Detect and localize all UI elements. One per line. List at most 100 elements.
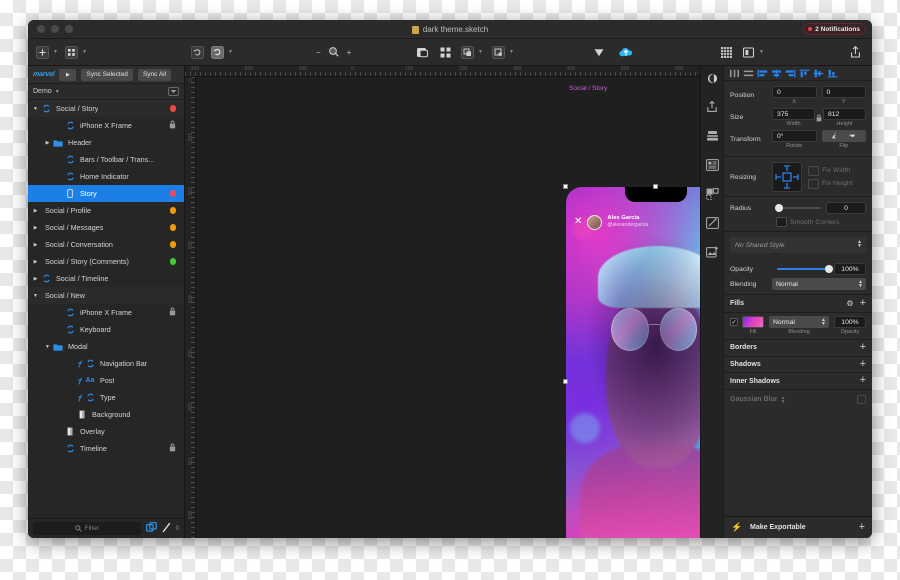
size-height-input[interactable]: 812: [823, 108, 866, 120]
distribute-horizontally-icon[interactable]: [729, 68, 740, 78]
layer-row[interactable]: ▶ Social / Messages: [28, 219, 184, 236]
fix-height-button[interactable]: Fix Height: [808, 178, 866, 189]
close-window-button[interactable]: [37, 25, 45, 33]
notifications-badge[interactable]: 2 Notifications: [803, 23, 866, 35]
zoom-controls[interactable]: − +: [316, 46, 351, 58]
align-top-icon[interactable]: [799, 68, 810, 78]
close-icon[interactable]: ✕: [574, 217, 582, 227]
add-fill-button[interactable]: +: [860, 297, 866, 308]
grid-squares-icon[interactable]: [439, 46, 452, 59]
layer-row[interactable]: ▼ Modal: [28, 338, 184, 355]
layer-row[interactable]: Home Indicator: [28, 168, 184, 185]
layer-row[interactable]: ▶ Header: [28, 134, 184, 151]
resizing-anchor-control[interactable]: [772, 162, 802, 192]
disclosure-triangle-icon[interactable]: ▶: [31, 242, 40, 248]
page-list-toggle-button[interactable]: [168, 87, 179, 96]
gaussian-blur-checkbox[interactable]: [857, 395, 866, 405]
sync-selected-button[interactable]: Sync Selected: [81, 68, 133, 81]
fix-width-button[interactable]: Fix Width: [808, 165, 866, 176]
layer-row[interactable]: Navigation Bar: [28, 355, 184, 372]
disclosure-triangle-icon[interactable]: ▶: [31, 208, 40, 214]
disclosure-triangle-icon[interactable]: ▼: [43, 344, 52, 350]
rotate-input[interactable]: 0°: [772, 130, 817, 142]
rotate-copy-icon[interactable]: [191, 45, 204, 59]
horizontal-ruler[interactable]: -300 -200 -100 0 100 200 300 400 500 600: [185, 66, 700, 77]
alignment-toolbar[interactable]: [724, 66, 872, 81]
text-panel-icon[interactable]: [705, 158, 719, 176]
sync-all-button[interactable]: Sync All: [137, 68, 172, 81]
fill-blending-select[interactable]: Normal ▲ ▼: [769, 316, 829, 328]
layer-row[interactable]: iPhone X Frame: [28, 117, 184, 134]
pencil-icon[interactable]: [162, 520, 171, 538]
shared-style-select[interactable]: No Shared Style ▲ ▼: [730, 237, 866, 253]
align-left-icon[interactable]: [757, 68, 768, 78]
layer-row[interactable]: ▶ Social / Story (Comments): [28, 253, 184, 270]
stepper-icon[interactable]: ▲ ▼: [821, 318, 826, 327]
artboard-story[interactable]: ✕ Alex Garcia @alexandergarcia: [566, 187, 700, 538]
cloud-upload-icon[interactable]: [618, 46, 634, 59]
fill-color-swatch[interactable]: [742, 316, 764, 328]
opacity-slider-knob[interactable]: [825, 265, 833, 273]
disclosure-triangle-icon[interactable]: ▶: [31, 259, 40, 265]
chevron-down-icon[interactable]: ▼: [82, 49, 87, 55]
add-border-button[interactable]: +: [860, 342, 866, 353]
insert-tool[interactable]: ▼: [36, 45, 58, 59]
layer-row[interactable]: ▶ Social / Conversation: [28, 236, 184, 253]
zoom-in-button[interactable]: +: [347, 48, 352, 57]
lock-icon[interactable]: [169, 307, 176, 318]
layer-row[interactable]: Story: [28, 185, 184, 202]
chevron-down-icon[interactable]: ▼: [228, 49, 233, 55]
disclosure-triangle-icon[interactable]: ▶: [31, 276, 40, 282]
artboard-label[interactable]: Social / Story: [569, 85, 607, 92]
contrast-icon[interactable]: [707, 71, 718, 89]
duplicate-layer-icon[interactable]: [145, 520, 157, 538]
export-icon[interactable]: [706, 100, 718, 118]
layer-row[interactable]: ▼ Social / Story: [28, 100, 184, 117]
canvas[interactable]: Social / Story ✕ Alex Garcia @alexanderg…: [196, 77, 700, 538]
plus-icon[interactable]: [36, 45, 49, 59]
grid-squares-icon[interactable]: [64, 45, 78, 59]
size-width-input[interactable]: 375: [772, 108, 815, 120]
fill-opacity-input[interactable]: 100%: [834, 316, 866, 328]
distribute-vertically-icon[interactable]: [743, 68, 754, 78]
lock-icon[interactable]: [169, 443, 176, 454]
layer-row[interactable]: Overlay: [28, 423, 184, 440]
layer-row[interactable]: ▶ Social / Timeline: [28, 270, 184, 287]
radius-input[interactable]: 0: [826, 202, 866, 214]
disclosure-triangle-icon[interactable]: ▼: [31, 293, 40, 299]
align-right-icon[interactable]: [785, 68, 796, 78]
fill-enabled-checkbox[interactable]: ✓: [730, 318, 738, 326]
position-y-input[interactable]: 0: [821, 86, 866, 98]
selection-handle[interactable]: [563, 379, 568, 384]
distribute-tool[interactable]: ▼: [491, 45, 514, 59]
layers-stack-icon[interactable]: [706, 129, 719, 147]
blending-select[interactable]: Normal ▲ ▼: [772, 278, 866, 290]
pixel-grid-icon[interactable]: [720, 46, 733, 59]
layer-list[interactable]: ▼ Social / Story iPhone X Frame ▶ Header Bars…: [28, 100, 184, 518]
view-options-tool[interactable]: ▼: [742, 46, 764, 59]
smooth-corners-checkbox[interactable]: Smooth Corners: [776, 217, 866, 227]
add-inner-shadow-button[interactable]: +: [860, 375, 866, 386]
align-middle-vertical-icon[interactable]: [813, 68, 824, 78]
position-x-input[interactable]: 0: [772, 86, 817, 98]
edit-panel-icon[interactable]: [705, 216, 719, 234]
chevron-down-icon[interactable]: ▼: [478, 49, 483, 55]
window-controls[interactable]: [28, 25, 73, 33]
layout-icon[interactable]: [742, 46, 755, 59]
zoom-out-button[interactable]: −: [316, 48, 321, 57]
chevron-down-icon[interactable]: ▼: [53, 49, 58, 55]
radius-slider[interactable]: [775, 204, 821, 212]
lock-aspect-ratio-icon[interactable]: [815, 114, 823, 122]
chevron-down-icon[interactable]: ▼: [759, 49, 764, 55]
diamond-shape-icon[interactable]: [593, 46, 605, 59]
symbol-panel-icon[interactable]: [705, 187, 719, 205]
lock-icon[interactable]: [169, 120, 176, 131]
boolean-union-icon[interactable]: [461, 45, 474, 59]
layer-row[interactable]: Bars / Toolbar / Trans...: [28, 151, 184, 168]
gaussian-blur-select[interactable]: Gaussian Blur ▲ ▼: [730, 395, 857, 404]
radius-slider-knob[interactable]: [775, 204, 783, 212]
minimize-window-button[interactable]: [51, 25, 59, 33]
union-tool[interactable]: ▼: [461, 45, 483, 59]
selection-handle[interactable]: [563, 184, 568, 189]
align-center-horizontal-icon[interactable]: [771, 68, 782, 78]
